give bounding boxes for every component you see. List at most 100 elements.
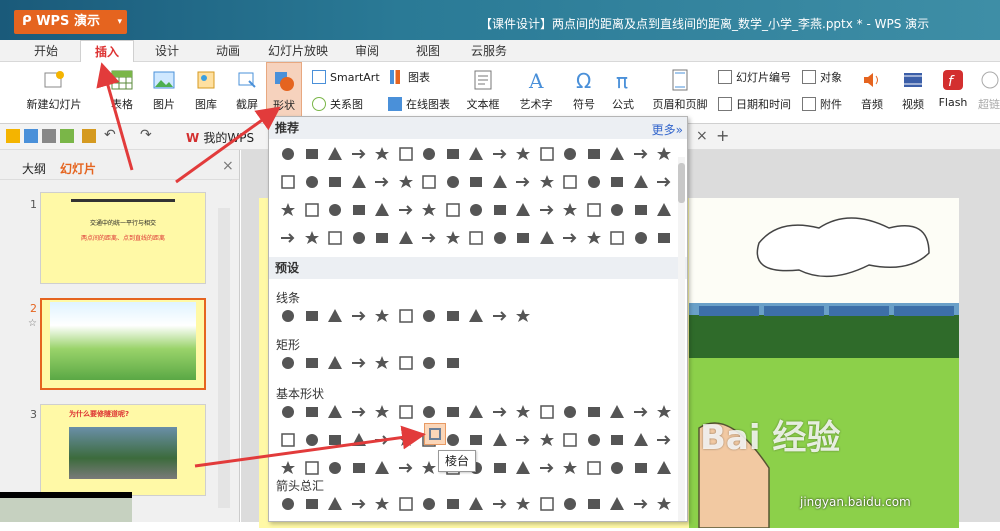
frame-shape-icon[interactable] (559, 171, 581, 193)
scroll-thumb[interactable] (678, 163, 685, 203)
down-arrow-shape-icon[interactable] (442, 493, 464, 515)
frame-shape-icon[interactable] (418, 171, 440, 193)
header-footer-button[interactable]: 页眉和页脚 (648, 62, 712, 122)
smartart-button[interactable]: SmartArt (312, 68, 380, 88)
circle-shape-icon[interactable] (324, 199, 346, 221)
circle-shape-icon[interactable] (489, 227, 511, 249)
datetime-button[interactable]: 日期和时间 (718, 95, 791, 115)
triangle-shape-icon[interactable] (653, 199, 675, 221)
circle-shape-icon[interactable] (630, 227, 652, 249)
circle-shape-icon[interactable] (606, 199, 628, 221)
slide-thumbnail-2[interactable] (40, 298, 206, 390)
left-arrow-shape-icon[interactable] (489, 493, 511, 515)
circle-shape-icon[interactable] (301, 171, 323, 193)
circle-shape-icon[interactable] (442, 171, 464, 193)
line-shape-icon[interactable] (277, 305, 299, 327)
circle-shape-icon[interactable] (559, 143, 581, 165)
right-arrow-shape-icon[interactable] (371, 493, 393, 515)
redo-icon[interactable]: ↷ (140, 127, 152, 143)
tab-insert[interactable]: 插入 (80, 40, 135, 62)
circle-shape-icon[interactable] (301, 401, 323, 423)
diamond-shape-icon[interactable] (489, 429, 511, 451)
rect-shape-icon[interactable] (606, 171, 628, 193)
circle-shape-icon[interactable] (395, 429, 417, 451)
left-arrow-shape-icon[interactable] (395, 493, 417, 515)
textbox-shape-icon[interactable] (301, 457, 323, 479)
triangle-shape-icon[interactable] (512, 199, 534, 221)
new-slide-button[interactable]: 新建幻灯片 (18, 62, 90, 122)
textbox-shape-icon[interactable] (371, 429, 393, 451)
undo-icon[interactable]: ↶ (104, 127, 116, 143)
triangle-shape-icon[interactable] (465, 143, 487, 165)
circle-shape-icon[interactable] (465, 199, 487, 221)
star-shape-icon[interactable] (418, 199, 440, 221)
app-menu-button[interactable]: ᑭ WPS 演示 ▾ (14, 10, 127, 34)
parallelogram-shape-icon[interactable] (536, 457, 558, 479)
textbox-shape-icon[interactable] (536, 429, 558, 451)
rect-shape-icon[interactable] (583, 143, 605, 165)
frame-shape-icon[interactable] (301, 199, 323, 221)
format-painter-icon[interactable] (82, 129, 96, 143)
audio-button[interactable]: 音频 (854, 62, 890, 122)
textbox-shape-icon[interactable] (630, 457, 652, 479)
arrow-shape-icon[interactable] (371, 171, 393, 193)
tab-home[interactable]: 开始 (34, 40, 58, 62)
triangle-shape-icon[interactable] (371, 199, 393, 221)
left-arrow-shape-icon[interactable] (583, 493, 605, 515)
scrollbar[interactable] (218, 208, 230, 508)
rect-shape-icon[interactable] (442, 143, 464, 165)
triangle-shape-icon[interactable] (583, 429, 605, 451)
connector-shape-icon[interactable] (371, 305, 393, 327)
right-arrow-shape-icon[interactable] (653, 493, 675, 515)
star-shape-icon[interactable] (583, 227, 605, 249)
shapes-button[interactable]: 形状 (266, 62, 302, 122)
line-shape-icon[interactable] (489, 305, 511, 327)
object-button[interactable]: 对象 (802, 68, 842, 88)
relation-diagram-button[interactable]: 关系图 (312, 95, 363, 115)
down-arrow-shape-icon[interactable] (536, 493, 558, 515)
curve-shape-icon[interactable] (395, 305, 417, 327)
triangle-shape-icon[interactable] (606, 143, 628, 165)
circle-shape-icon[interactable] (583, 171, 605, 193)
rect-shape-icon[interactable] (418, 352, 440, 374)
parallelogram-shape-icon[interactable] (606, 429, 628, 451)
down-arrow-shape-icon[interactable] (630, 493, 652, 515)
parallelogram-shape-icon[interactable] (512, 401, 534, 423)
triangle-shape-icon[interactable] (348, 457, 370, 479)
rounded-rect-shape-icon[interactable] (301, 352, 323, 374)
trapezoid-shape-icon[interactable] (536, 401, 558, 423)
triangle-shape-icon[interactable] (489, 171, 511, 193)
arrow-shape-icon[interactable] (653, 171, 675, 193)
trapezoid-shape-icon[interactable] (465, 429, 487, 451)
star-shape-icon[interactable] (536, 171, 558, 193)
arrow-shape-icon[interactable] (630, 143, 652, 165)
curve-shape-icon[interactable] (465, 305, 487, 327)
circle-shape-icon[interactable] (559, 429, 581, 451)
rect-shape-icon[interactable] (348, 199, 370, 221)
save-icon[interactable] (24, 129, 38, 143)
frame-shape-icon[interactable] (512, 429, 534, 451)
rect-shape-icon[interactable] (512, 227, 534, 249)
circle-shape-icon[interactable] (489, 457, 511, 479)
frame-shape-icon[interactable] (324, 227, 346, 249)
formula-button[interactable]: π 公式 (606, 62, 640, 122)
snip-rect-shape-icon[interactable] (395, 352, 417, 374)
print-icon[interactable] (42, 129, 56, 143)
rect-shape-icon[interactable] (371, 227, 393, 249)
circle-shape-icon[interactable] (653, 457, 675, 479)
tab-view[interactable]: 视图 (416, 40, 440, 62)
frame-shape-icon[interactable] (442, 199, 464, 221)
symbol-button[interactable]: Ω 符号 (567, 62, 601, 122)
star-shape-icon[interactable] (442, 227, 464, 249)
circle-shape-icon[interactable] (465, 401, 487, 423)
doc-tab-my-wps[interactable]: W 我的WPS (186, 129, 254, 146)
triangle-shape-icon[interactable] (395, 227, 417, 249)
diamond-shape-icon[interactable] (653, 429, 675, 451)
parallelogram-shape-icon[interactable] (277, 429, 299, 451)
right-arrow-shape-icon[interactable] (465, 493, 487, 515)
star-shape-icon[interactable] (559, 199, 581, 221)
frame-shape-icon[interactable] (418, 401, 440, 423)
diamond-shape-icon[interactable] (583, 457, 605, 479)
attachment-button[interactable]: 附件 (802, 95, 842, 115)
bevel-shape-highlight[interactable] (424, 423, 446, 445)
